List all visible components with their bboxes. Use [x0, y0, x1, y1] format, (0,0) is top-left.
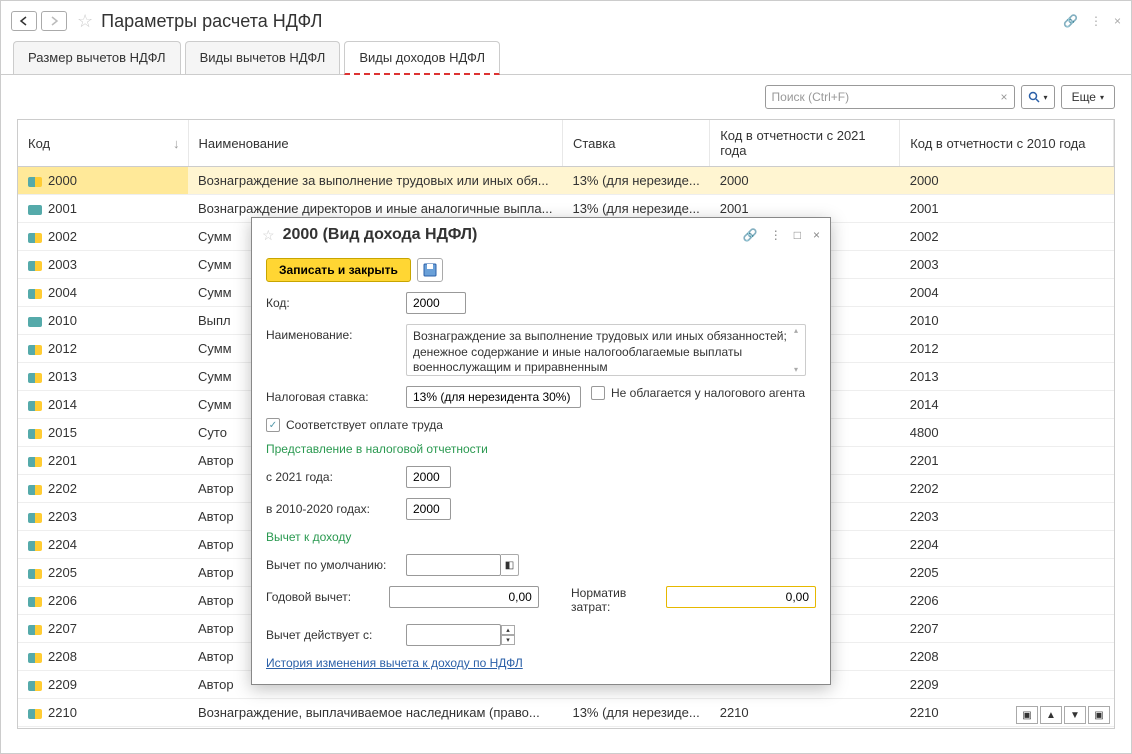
tab-Виды-вычетов-НДФЛ[interactable]: Виды вычетов НДФЛ: [185, 41, 341, 74]
label-name: Наименование:: [266, 324, 396, 342]
table-row[interactable]: 2210Вознаграждение, выплачиваемое наслед…: [18, 699, 1114, 727]
link-icon[interactable]: 🔗: [1063, 14, 1078, 28]
input-annual-deduction[interactable]: [389, 586, 539, 608]
checkbox-not-taxed[interactable]: [591, 386, 605, 400]
search-placeholder: Поиск (Ctrl+F): [772, 90, 850, 104]
tab-Размер-вычетов-НДФЛ[interactable]: Размер вычетов НДФЛ: [13, 41, 181, 74]
save-close-button[interactable]: Записать и закрыть: [266, 258, 411, 282]
row-type-icon: [28, 345, 42, 355]
dialog-maximize-icon[interactable]: □: [794, 228, 801, 242]
textarea-name[interactable]: Вознаграждение за выполнение трудовых ил…: [406, 324, 806, 376]
label-in2010-2020: в 2010-2020 годах:: [266, 498, 396, 516]
input-cost-norm[interactable]: [666, 586, 816, 608]
section-report-title: Представление в налоговой отчетности: [266, 442, 816, 456]
column-header-name[interactable]: Наименование: [188, 120, 562, 167]
input-in2010-2020[interactable]: [406, 498, 451, 520]
history-link[interactable]: История изменения вычета к доходу по НДФ…: [266, 656, 816, 670]
favorite-star-icon[interactable]: ☆: [77, 11, 93, 32]
nav-up-button[interactable]: ▲: [1040, 706, 1062, 724]
section-deduction-title: Вычет к доходу: [266, 530, 816, 544]
row-type-icon: [28, 569, 42, 579]
search-input[interactable]: Поиск (Ctrl+F) ×: [765, 85, 1015, 109]
input-deduction-from[interactable]: [406, 624, 501, 646]
column-header-rate[interactable]: Ставка: [562, 120, 709, 167]
label-annual-deduction: Годовой вычет:: [266, 586, 379, 604]
menu-dots-icon[interactable]: ⋮: [1090, 14, 1102, 28]
nav-bottom-button[interactable]: ▣: [1088, 706, 1110, 724]
input-from2021[interactable]: [406, 466, 451, 488]
label-rate: Налоговая ставка:: [266, 386, 396, 404]
row-type-icon: [28, 653, 42, 663]
row-type-icon: [28, 625, 42, 635]
input-code[interactable]: [406, 292, 466, 314]
row-type-icon: [28, 205, 42, 215]
row-type-icon: [28, 401, 42, 411]
label-cost-norm: Норматив затрат:: [571, 586, 656, 614]
input-default-deduction[interactable]: [406, 554, 501, 576]
dialog-menu-icon[interactable]: ⋮: [770, 228, 782, 242]
nav-forward-button[interactable]: [41, 11, 67, 31]
dialog-link-icon[interactable]: 🔗: [743, 228, 758, 242]
row-type-icon: [28, 289, 42, 299]
search-clear-icon[interactable]: ×: [1001, 90, 1008, 104]
row-type-icon: [28, 513, 42, 523]
row-type-icon: [28, 373, 42, 383]
label-deduction-from: Вычет действует с:: [266, 624, 396, 642]
save-button[interactable]: [417, 258, 443, 282]
spinner-down[interactable]: ▾: [501, 635, 515, 645]
dialog-close-icon[interactable]: ×: [813, 228, 820, 242]
row-type-icon: [28, 541, 42, 551]
row-type-icon: [28, 317, 42, 327]
dialog-favorite-icon[interactable]: ☆: [262, 227, 275, 244]
row-type-icon: [28, 177, 42, 187]
search-button[interactable]: ▾: [1021, 85, 1055, 109]
row-type-icon: [28, 597, 42, 607]
row-type-icon: [28, 485, 42, 495]
column-header-report2021[interactable]: Код в отчетности с 2021 года: [710, 120, 900, 167]
dialog-title: 2000 (Вид дохода НДФЛ): [283, 226, 743, 244]
income-type-dialog: ☆ 2000 (Вид дохода НДФЛ) 🔗 ⋮ □ × Записат…: [251, 217, 831, 685]
tab-Виды-доходов-НДФЛ[interactable]: Виды доходов НДФЛ: [344, 41, 500, 75]
row-type-icon: [28, 681, 42, 691]
close-icon[interactable]: ×: [1114, 14, 1121, 28]
row-type-icon: [28, 457, 42, 467]
row-type-icon: [28, 261, 42, 271]
checkbox-is-salary[interactable]: ✓: [266, 418, 280, 432]
nav-top-button[interactable]: ▣: [1016, 706, 1038, 724]
row-type-icon: [28, 429, 42, 439]
label-not-taxed: Не облагается у налогового агента: [611, 386, 805, 400]
more-button[interactable]: Еще ▾: [1061, 85, 1115, 109]
spinner-up[interactable]: ▴: [501, 625, 515, 635]
row-type-icon: [28, 233, 42, 243]
label-code: Код:: [266, 292, 396, 310]
sort-indicator-icon: ↓: [173, 136, 180, 151]
page-title: Параметры расчета НДФЛ: [101, 11, 1063, 32]
label-is-salary: Соответствует оплате труда: [286, 418, 443, 432]
nav-down-button[interactable]: ▼: [1064, 706, 1086, 724]
row-type-icon: [28, 709, 42, 719]
label-default-deduction: Вычет по умолчанию:: [266, 554, 396, 572]
label-from2021: с 2021 года:: [266, 466, 396, 484]
input-rate[interactable]: [406, 386, 581, 408]
column-header-report2010[interactable]: Код в отчетности с 2010 года: [900, 120, 1114, 167]
column-header-code[interactable]: Код ↓: [18, 120, 188, 167]
nav-back-button[interactable]: [11, 11, 37, 31]
table-row[interactable]: 2000Вознаграждение за выполнение трудовы…: [18, 167, 1114, 195]
picker-default-deduction[interactable]: ◧: [501, 554, 519, 576]
